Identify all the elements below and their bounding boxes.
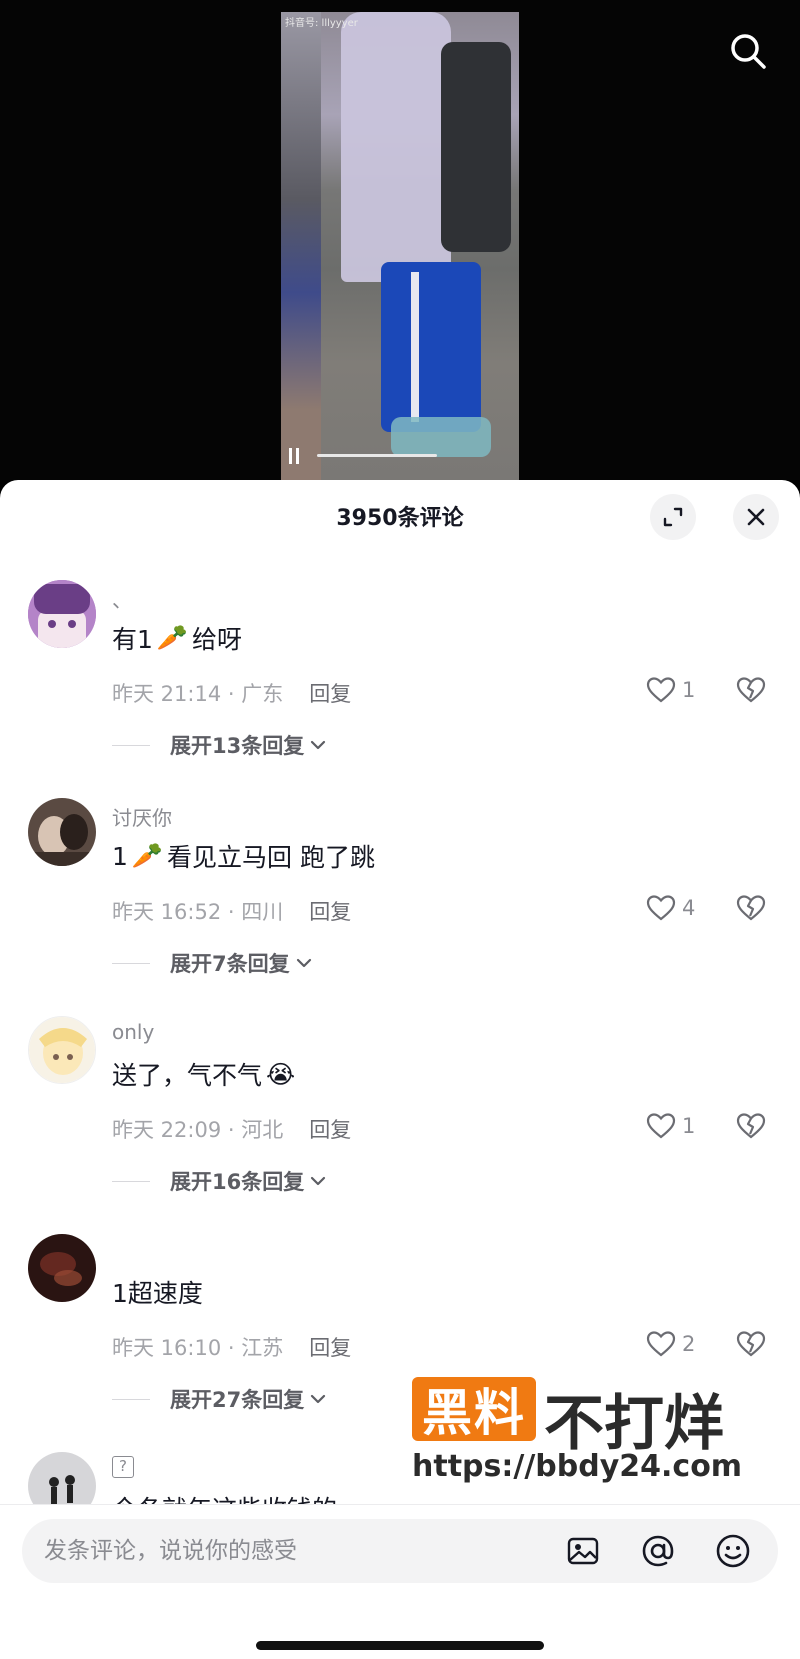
- expand-replies-button[interactable]: 展开27条回复: [112, 1384, 328, 1414]
- search-button[interactable]: [725, 28, 771, 74]
- dislike-button[interactable]: [735, 1112, 767, 1144]
- dislike-button[interactable]: [735, 676, 767, 708]
- avatar[interactable]: [28, 1234, 96, 1302]
- reply-button[interactable]: 回复: [309, 682, 351, 706]
- watermark-badge: 黑料: [412, 1377, 536, 1442]
- mention-button[interactable]: [637, 1530, 679, 1572]
- video-watermark-tag: 抖音号: lllyyyer: [285, 18, 358, 29]
- comment-time-location: 昨天 21:14 · 广东: [112, 682, 284, 706]
- comment-text: 有1 🥕 给呀: [112, 623, 243, 654]
- like-button[interactable]: 2: [646, 1330, 695, 1358]
- expand-replies-button[interactable]: 展开7条回复: [112, 948, 314, 978]
- comment-time-location: 昨天 16:52 · 四川: [112, 900, 284, 924]
- crying-face-icon: 😭: [266, 1059, 296, 1089]
- like-count: 2: [682, 1332, 696, 1356]
- smiley-icon: [716, 1534, 750, 1568]
- carrot-icon: 🥕: [131, 841, 164, 870]
- avatar[interactable]: [28, 798, 96, 866]
- pause-icon[interactable]: [289, 448, 299, 464]
- comment-meta: 昨天 21:14 · 广东 回复: [112, 678, 351, 708]
- close-sheet-button[interactable]: [733, 494, 779, 540]
- comment-username[interactable]: 讨厌你: [112, 802, 172, 831]
- avatar[interactable]: [28, 580, 96, 648]
- like-count: 1: [682, 678, 696, 702]
- divider: [112, 1180, 150, 1182]
- comment-meta: 昨天 22:09 · 河北 回复: [112, 1114, 351, 1144]
- comment-text: 送了，气不气 😭: [112, 1059, 296, 1091]
- like-button[interactable]: 1: [646, 676, 695, 704]
- watermark-overlay: 黑料 不打烊 https://bbdy24.com: [412, 1377, 752, 1487]
- comment-username[interactable]: only: [112, 1020, 154, 1044]
- video-blurred-backpack: [441, 42, 511, 252]
- reply-button[interactable]: 回复: [309, 1118, 351, 1142]
- expand-replies-button[interactable]: 展开16条回复: [112, 1166, 328, 1196]
- reply-button[interactable]: 回复: [309, 1336, 351, 1360]
- video-player[interactable]: 抖音号: lllyyyer: [0, 0, 800, 480]
- comment-text: 今冬就年这些收钱的: [112, 1490, 337, 1504]
- comment-input-container[interactable]: [22, 1519, 778, 1583]
- expand-sheet-button[interactable]: [650, 494, 696, 540]
- reply-button[interactable]: 回复: [309, 900, 351, 924]
- home-indicator[interactable]: [256, 1641, 544, 1650]
- avatar[interactable]: [28, 1452, 96, 1504]
- close-icon: [747, 508, 765, 526]
- divider: [112, 1398, 150, 1400]
- divider: [112, 962, 150, 964]
- video-progress-bar[interactable]: [317, 454, 437, 457]
- broken-heart-icon: [736, 1331, 766, 1357]
- watermark-url: https://bbdy24.com: [412, 1449, 743, 1484]
- comment-input-bar: [0, 1504, 800, 1659]
- like-button[interactable]: 1: [646, 1112, 695, 1140]
- chevron-down-icon: [296, 958, 311, 968]
- video-blurred-shoes: [391, 417, 491, 457]
- comment-text: 1 🥕 看见立马回 跑了跳: [112, 841, 375, 872]
- chevron-down-icon: [311, 740, 326, 750]
- chevron-down-icon: [311, 1176, 326, 1186]
- comment-time-location: 昨天 16:10 · 江苏: [112, 1336, 284, 1360]
- dislike-button[interactable]: [735, 894, 767, 926]
- avatar[interactable]: [28, 1016, 96, 1084]
- broken-heart-icon: [736, 895, 766, 921]
- heart-icon: [646, 677, 676, 703]
- like-count: 1: [682, 1114, 696, 1138]
- broken-heart-icon: [736, 1113, 766, 1139]
- heart-icon: [646, 1113, 676, 1139]
- comment-text: 1超速度: [112, 1279, 203, 1308]
- chevron-down-icon: [311, 1394, 326, 1404]
- like-count: 4: [682, 896, 696, 920]
- comment-meta: 昨天 16:52 · 四川 回复: [112, 896, 351, 926]
- expand-icon: [663, 507, 683, 527]
- heart-icon: [646, 895, 676, 921]
- search-icon: [731, 34, 766, 69]
- video-blurred-figure: [341, 12, 451, 282]
- heart-icon: [646, 1331, 676, 1357]
- expand-replies-button[interactable]: 展开13条回复: [112, 730, 328, 760]
- comment-input[interactable]: [44, 1519, 544, 1583]
- video-pants-stripe: [411, 272, 419, 422]
- comment-username[interactable]: 、: [112, 584, 132, 613]
- carrot-icon: 🥕: [156, 623, 189, 652]
- comment-meta: 昨天 16:10 · 江苏 回复: [112, 1332, 351, 1362]
- comment-username[interactable]: ?: [112, 1456, 134, 1478]
- like-button[interactable]: 4: [646, 894, 695, 922]
- video-frame[interactable]: 抖音号: lllyyyer: [281, 12, 519, 480]
- video-blurred-pants: [381, 262, 481, 432]
- video-blurred-figure-left: [281, 12, 321, 480]
- divider: [112, 744, 150, 746]
- broken-heart-icon: [736, 677, 766, 703]
- comment-time-location: 昨天 22:09 · 河北: [112, 1118, 284, 1142]
- unknown-glyph-icon: ?: [112, 1456, 134, 1478]
- emoji-button[interactable]: [712, 1530, 754, 1572]
- dislike-button[interactable]: [735, 1330, 767, 1362]
- at-icon: [642, 1535, 674, 1567]
- image-button[interactable]: [562, 1530, 604, 1572]
- image-icon: [567, 1537, 599, 1565]
